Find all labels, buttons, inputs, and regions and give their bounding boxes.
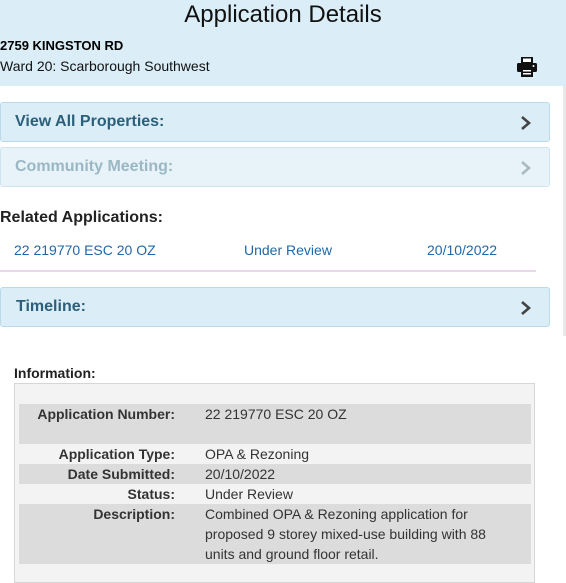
view-all-properties-label: View All Properties: <box>15 113 165 130</box>
community-meeting-panel[interactable]: Community Meeting: <box>0 147 550 187</box>
info-value: Under Review <box>205 486 293 502</box>
view-all-properties-panel[interactable]: View All Properties: <box>0 102 550 142</box>
info-row-status: Status: Under Review <box>19 484 531 504</box>
chevron-right-icon <box>519 160 533 176</box>
info-value: 22 219770 ESC 20 OZ <box>205 406 347 422</box>
related-application-date: 20/10/2022 <box>427 242 498 258</box>
info-value: Combined OPA & Rezoning application for … <box>205 506 486 562</box>
chevron-right-icon <box>519 300 533 316</box>
print-icon[interactable] <box>516 56 538 78</box>
info-value: 20/10/2022 <box>205 466 276 482</box>
community-meeting-label: Community Meeting: <box>15 158 174 175</box>
info-key: Status: <box>127 486 175 502</box>
chevron-right-icon <box>519 115 533 131</box>
info-key: Application Type: <box>58 446 175 462</box>
page-title: Application Details <box>184 1 382 28</box>
timeline-label: Timeline: <box>16 298 86 315</box>
info-key: Description: <box>93 506 175 522</box>
info-row-date-submitted: Date Submitted: 20/10/2022 <box>19 464 531 484</box>
related-applications-heading: Related Applications: <box>0 209 163 226</box>
info-row-application-type: Application Type: OPA & Rezoning <box>19 444 531 464</box>
ward-label: Ward 20: Scarborough Southwest <box>0 58 210 74</box>
info-key: Date Submitted: <box>67 466 175 482</box>
related-application-row: 22 219770 ESC 20 OZ Under Review 20/10/2… <box>0 240 536 272</box>
timeline-panel[interactable]: Timeline: <box>0 287 550 327</box>
info-value: OPA & Rezoning <box>205 446 310 462</box>
property-address: 2759 KINGSTON RD <box>0 38 124 53</box>
related-application-link[interactable]: 22 219770 ESC 20 OZ <box>14 242 156 258</box>
info-row-application-number: Application Number: 22 219770 ESC 20 OZ <box>19 404 531 444</box>
information-table: Application Number: 22 219770 ESC 20 OZ … <box>14 383 535 583</box>
page-header: Application Details 2759 KINGSTON RD War… <box>0 0 566 86</box>
related-application-status: Under Review <box>244 242 332 258</box>
information-heading: Information: <box>14 365 96 381</box>
info-key: Application Number: <box>37 406 175 422</box>
info-row-description: Description: Combined OPA & Rezoning app… <box>19 504 531 564</box>
